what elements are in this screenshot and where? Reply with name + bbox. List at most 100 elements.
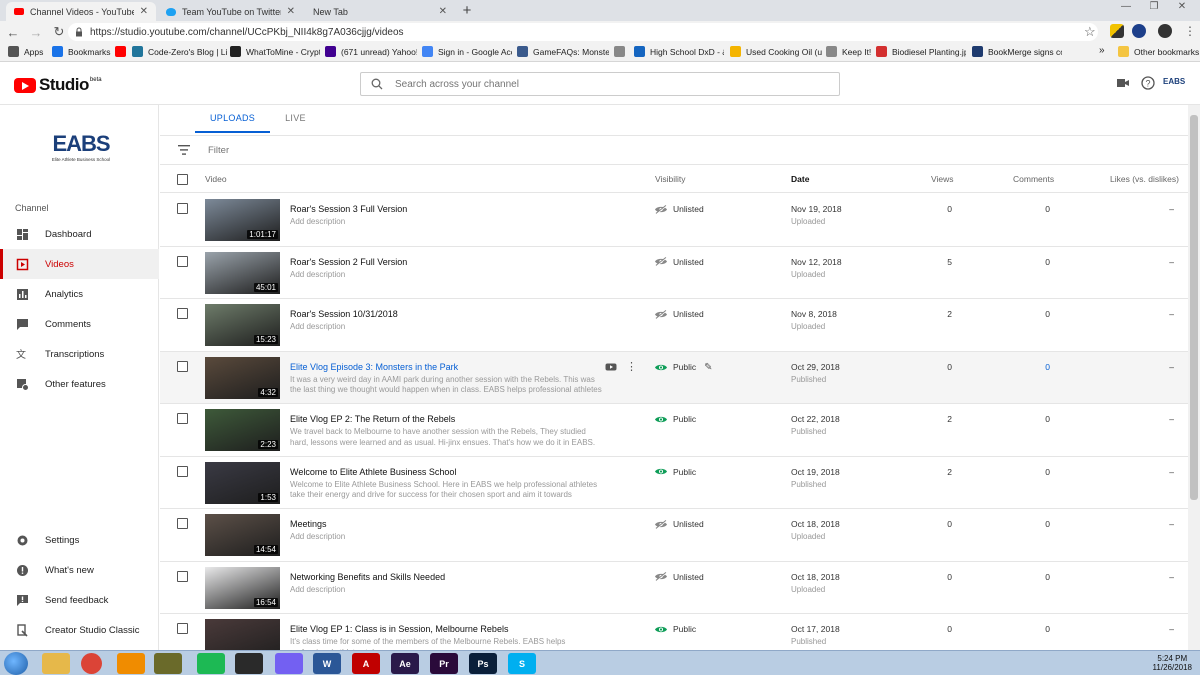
bookmark-2[interactable] bbox=[115, 46, 129, 57]
search-input[interactable] bbox=[395, 78, 795, 90]
visibility-cell[interactable]: Public bbox=[655, 414, 696, 424]
bookmark-9[interactable]: High School DxD - & bbox=[634, 46, 724, 57]
maximize-button[interactable]: ❐ bbox=[1142, 1, 1166, 13]
premiere-icon[interactable]: Pr bbox=[430, 653, 458, 674]
row-checkbox[interactable] bbox=[177, 465, 188, 477]
studio-logo[interactable]: Studio beta bbox=[14, 75, 102, 95]
comments-count[interactable]: 0 bbox=[1035, 362, 1050, 372]
video-title[interactable]: Roar's Session 10/31/2018 bbox=[290, 309, 600, 319]
sidebar-item-what-s-new[interactable]: What's new bbox=[0, 555, 159, 585]
channel-search[interactable] bbox=[360, 72, 840, 96]
tab-live[interactable]: LIVE bbox=[270, 105, 321, 133]
video-thumbnail[interactable]: 16:54 bbox=[205, 566, 280, 609]
row-checkbox[interactable] bbox=[177, 570, 188, 582]
visibility-cell[interactable]: Unlisted bbox=[655, 257, 704, 267]
visibility-cell[interactable]: Public bbox=[655, 467, 696, 477]
system-clock[interactable]: 5:24 PM 11/26/2018 bbox=[1153, 654, 1192, 672]
minimize-button[interactable]: — bbox=[1114, 1, 1138, 13]
profile-avatar-icon[interactable] bbox=[1158, 24, 1172, 38]
row-checkbox[interactable] bbox=[177, 308, 188, 319]
sidebar-item-transcriptions[interactable]: 文 Transcriptions bbox=[0, 339, 159, 369]
table-row[interactable]: 2:23 Elite Vlog EP 2: The Return of the R… bbox=[160, 404, 1188, 457]
bookmark-4[interactable]: WhatToMine - Crypt bbox=[230, 46, 320, 57]
filter-icon[interactable] bbox=[178, 145, 190, 155]
row-checkbox[interactable] bbox=[177, 413, 188, 424]
bookmark-7[interactable]: GameFAQs: Monster bbox=[517, 46, 609, 57]
sidebar-item-analytics[interactable]: Analytics bbox=[0, 279, 159, 309]
menu-dots-icon[interactable]: ⋮ bbox=[1184, 24, 1196, 38]
clock-icon[interactable] bbox=[235, 653, 263, 674]
video-thumbnail[interactable]: 45:01 bbox=[205, 251, 280, 294]
video-description[interactable]: Add description bbox=[290, 532, 602, 543]
close-icon[interactable]: ✕ bbox=[287, 6, 295, 17]
bookmark-8[interactable] bbox=[614, 46, 630, 57]
reload-icon[interactable]: ↻ bbox=[49, 22, 69, 42]
close-icon[interactable]: ✕ bbox=[140, 6, 148, 17]
close-window-button[interactable]: ✕ bbox=[1170, 1, 1194, 13]
bookmark-10[interactable]: Used Cooking Oil (u bbox=[730, 46, 822, 57]
start-button[interactable] bbox=[4, 652, 28, 675]
sidebar-item-settings[interactable]: Settings bbox=[0, 525, 159, 555]
tab-uploads[interactable]: UPLOADS bbox=[195, 105, 271, 133]
row-checkbox[interactable] bbox=[177, 360, 188, 372]
visibility-cell[interactable]: Unlisted bbox=[655, 204, 704, 214]
table-row[interactable]: 1:53 Welcome to Elite Athlete Business Sc… bbox=[160, 457, 1188, 509]
video-description[interactable]: Add description bbox=[290, 270, 602, 281]
video-thumbnail[interactable]: 14:54 bbox=[205, 514, 280, 556]
acrobat-icon[interactable]: A bbox=[352, 653, 380, 674]
account-avatar[interactable]: EABS bbox=[1163, 77, 1185, 86]
browser-tab-1[interactable]: Team YouTube on Twitter: "To co ✕ bbox=[158, 2, 303, 21]
table-row[interactable]: 14:54 Meetings Add description Unlisted Oct … bbox=[160, 509, 1188, 562]
bookmark-1[interactable]: Bookmarks bbox=[52, 46, 112, 57]
video-title[interactable]: Roar's Session 2 Full Version bbox=[290, 257, 600, 267]
video-title[interactable]: Elite Vlog EP 1: Class is in Session, Me… bbox=[290, 624, 600, 634]
sidebar-item-creator-studio-classic[interactable]: Creator Studio Classic bbox=[0, 615, 159, 645]
channel-logo[interactable]: EABS Elite Athlete Business School bbox=[46, 131, 116, 171]
column-comments[interactable]: Comments bbox=[1013, 174, 1054, 184]
table-row[interactable]: Elite Vlog EP 1: Class is in Session, Me… bbox=[160, 614, 1188, 650]
app-icon[interactable] bbox=[154, 653, 182, 674]
select-all-checkbox[interactable] bbox=[177, 174, 188, 185]
row-checkbox[interactable] bbox=[177, 518, 188, 529]
video-thumbnail[interactable]: 1:53 bbox=[205, 461, 280, 504]
table-row[interactable]: 4:32 Elite Vlog Episode 3: Monsters in th… bbox=[160, 351, 1188, 404]
visibility-cell[interactable]: Public ✎ bbox=[655, 362, 713, 373]
photoshop-icon[interactable]: Ps bbox=[469, 653, 497, 674]
bookmark-11[interactable]: Keep It! bbox=[826, 46, 872, 57]
edit-pencil-icon[interactable]: ✎ bbox=[704, 362, 712, 373]
visibility-cell[interactable]: Public bbox=[655, 624, 696, 634]
visibility-cell[interactable]: Unlisted bbox=[655, 572, 704, 582]
extension-flag-icon[interactable] bbox=[1132, 24, 1146, 38]
table-row[interactable]: 45:01 Roar's Session 2 Full Version Add de… bbox=[160, 247, 1188, 299]
video-title[interactable]: Elite Vlog EP 2: The Return of the Rebel… bbox=[290, 414, 600, 424]
sidebar-item-other-features[interactable]: Other features bbox=[0, 369, 159, 399]
video-description[interactable]: Add description bbox=[290, 322, 602, 333]
table-row[interactable]: 1:01:17 Roar's Session 3 Full Version Add … bbox=[160, 194, 1188, 247]
more-options-icon[interactable]: ⋮ bbox=[626, 360, 637, 373]
spotify-icon[interactable] bbox=[197, 653, 225, 674]
file-explorer-icon[interactable] bbox=[42, 653, 70, 674]
bookmark-12[interactable]: Biodiesel Planting.jp bbox=[876, 46, 966, 57]
column-views[interactable]: Views bbox=[931, 174, 954, 184]
video-title[interactable]: Networking Benefits and Skills Needed bbox=[290, 572, 600, 582]
help-icon[interactable]: ? bbox=[1141, 76, 1155, 90]
url-field[interactable]: https://studio.youtube.com/channel/UCcPK… bbox=[68, 23, 1098, 41]
other-bookmarks-folder[interactable]: Other bookmarks bbox=[1118, 46, 1199, 57]
sidebar-item-comments[interactable]: Comments bbox=[0, 309, 159, 339]
bookmark-13[interactable]: BookMerge signs co bbox=[972, 46, 1062, 57]
word-icon[interactable]: W bbox=[313, 653, 341, 674]
column-likes[interactable]: Likes (vs. dislikes) bbox=[1110, 174, 1179, 184]
create-video-icon[interactable] bbox=[1116, 76, 1130, 90]
video-thumbnail[interactable]: 4:32 bbox=[205, 356, 280, 399]
table-row[interactable]: 16:54 Networking Benefits and Skills Need… bbox=[160, 562, 1188, 614]
new-tab-button[interactable]: + bbox=[458, 2, 476, 20]
visibility-cell[interactable]: Unlisted bbox=[655, 309, 704, 319]
bookmark-star-icon[interactable]: ☆ bbox=[1084, 24, 1096, 40]
bookmark-3[interactable]: Code-Zero's Blog | Li bbox=[132, 46, 227, 57]
video-description[interactable]: Add description bbox=[290, 585, 602, 596]
sidebar-item-dashboard[interactable]: Dashboard bbox=[0, 219, 159, 249]
after-effects-icon[interactable]: Ae bbox=[391, 653, 419, 674]
video-description[interactable]: Add description bbox=[290, 217, 602, 228]
chrome-icon[interactable] bbox=[81, 653, 102, 674]
video-title[interactable]: Elite Vlog Episode 3: Monsters in the Pa… bbox=[290, 362, 600, 372]
